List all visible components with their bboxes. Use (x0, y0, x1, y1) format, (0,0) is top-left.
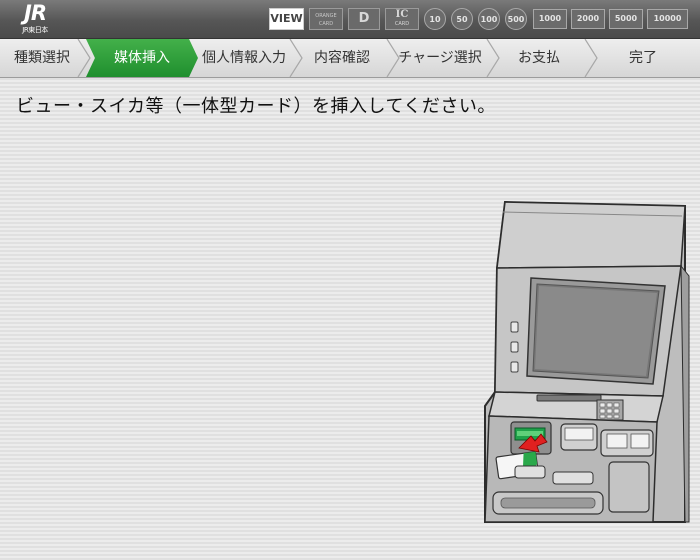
logo-sub-text: JR東日本 (22, 26, 48, 34)
bill-5000-icon: 5000 (609, 9, 643, 29)
orange-card-icon: ORANGE CARD (309, 8, 343, 30)
jr-east-logo: JR JR東日本 (12, 1, 58, 35)
instruction-text: ビュー・スイカ等（一体型カード）を挿入してください。 (16, 96, 496, 117)
orange-card-line1: ORANGE (315, 13, 337, 19)
orange-card-line2: CARD (318, 21, 334, 27)
step-personal-info: 個人情報入力 (202, 50, 286, 66)
step-payment: お支払 (518, 50, 560, 66)
progress-steps: 種類選択 媒体挿入 個人情報入力 内容確認 チャージ選択 お支払 完了 (0, 39, 700, 78)
step-type-select: 種類選択 (14, 50, 70, 66)
ticket-machine-illustration (484, 200, 690, 523)
view-card-icon: VIEW (269, 8, 304, 30)
step-charge-select: チャージ選択 (398, 50, 482, 66)
ic-card-icon: IC CARD (385, 8, 419, 30)
coin-50-icon: 50 (451, 8, 473, 30)
bill-1000-icon: 1000 (533, 9, 567, 29)
ic-card-sub: CARD (394, 21, 410, 27)
bill-2000-icon: 2000 (571, 9, 605, 29)
coin-500-icon: 500 (505, 8, 527, 30)
ic-card-main: IC (395, 9, 409, 20)
step-media-insert: 媒体挿入 (114, 50, 170, 66)
coin-100-icon: 100 (478, 8, 500, 30)
top-bar: JR JR東日本 VIEW ORANGE CARD D IC CARD 10 5… (0, 0, 700, 39)
step-complete: 完了 (629, 50, 657, 66)
d-card-icon: D (348, 8, 380, 30)
step-confirm: 内容確認 (314, 50, 370, 66)
bill-10000-icon: 10000 (647, 9, 688, 29)
logo-main-text: JR (24, 1, 47, 25)
coin-10-icon: 10 (424, 8, 446, 30)
